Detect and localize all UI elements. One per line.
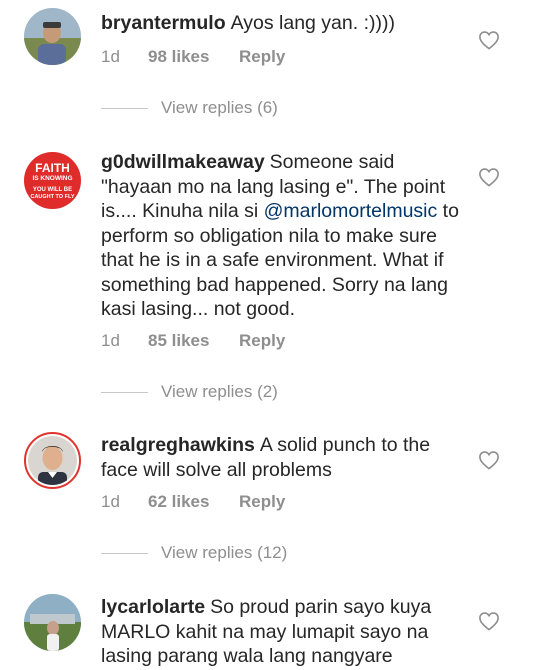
comment-meta: 1d 98 likes Reply [101, 47, 285, 67]
divider-line [101, 107, 148, 109]
view-replies-button[interactable]: View replies (2) [101, 382, 278, 402]
likes-count[interactable]: 62 likes [148, 492, 239, 512]
avatar-text-line: YOU WILL BE [33, 187, 72, 193]
comment-username[interactable]: g0dwillmakeaway [101, 151, 265, 173]
mention-link[interactable]: @marlomortelmusic [264, 200, 438, 222]
heart-outline-icon[interactable] [478, 611, 500, 631]
avatar-photo: FAITH IS KNOWING YOU WILL BE CAUGHT TO F… [24, 152, 81, 209]
reply-button[interactable]: Reply [239, 47, 285, 67]
comment-meta: 1d 62 likes Reply [101, 492, 285, 512]
comment-text: Ayos lang yan. :)))) [230, 12, 395, 34]
heart-outline-icon[interactable] [478, 450, 500, 470]
view-replies-label: View replies (12) [161, 543, 288, 562]
view-replies-label: View replies (6) [161, 98, 278, 117]
avatar-text-line: IS KNOWING [32, 175, 72, 182]
comment-age: 1d [101, 492, 120, 511]
comment-username[interactable]: realgreghawkins [101, 434, 255, 456]
avatar-image [28, 436, 77, 485]
comment-age: 1d [101, 331, 120, 350]
comment-age: 1d [101, 47, 120, 66]
reply-button[interactable]: Reply [239, 331, 285, 351]
avatar-photo [24, 594, 81, 651]
view-replies-label: View replies (2) [161, 382, 278, 401]
comment-body: g0dwillmakeaway Someone said "hayaan mo n… [101, 150, 461, 322]
reply-button[interactable]: Reply [239, 492, 285, 512]
comment-username[interactable]: bryantermulo [101, 12, 226, 34]
avatar-photo [28, 436, 77, 485]
heart-outline-icon[interactable] [478, 167, 500, 187]
avatar[interactable] [24, 8, 81, 65]
likes-count[interactable]: 85 likes [148, 331, 239, 351]
view-replies-button[interactable]: View replies (12) [101, 543, 287, 563]
avatar[interactable] [24, 594, 81, 651]
likes-count[interactable]: 98 likes [148, 47, 239, 67]
avatar[interactable] [24, 432, 81, 489]
comment-username[interactable]: lycarlolarte [101, 596, 205, 618]
heart-outline-icon[interactable] [478, 30, 500, 50]
avatar-photo [24, 8, 81, 65]
avatar-text-line: FAITH [35, 161, 70, 175]
comment-body: realgreghawkins A solid punch to the face… [101, 433, 461, 482]
comment-meta: 1d 85 likes Reply [101, 331, 285, 351]
divider-line [101, 391, 148, 393]
comment-body: lycarlolarte So proud parin sayo kuya MAR… [101, 595, 461, 669]
avatar-text-line: CAUGHT TO FLY [30, 194, 74, 200]
divider-line [101, 552, 148, 554]
comment-body: bryantermulo Ayos lang yan. :)))) [101, 11, 461, 36]
view-replies-button[interactable]: View replies (6) [101, 98, 278, 118]
avatar[interactable]: FAITH IS KNOWING YOU WILL BE CAUGHT TO F… [24, 152, 81, 209]
